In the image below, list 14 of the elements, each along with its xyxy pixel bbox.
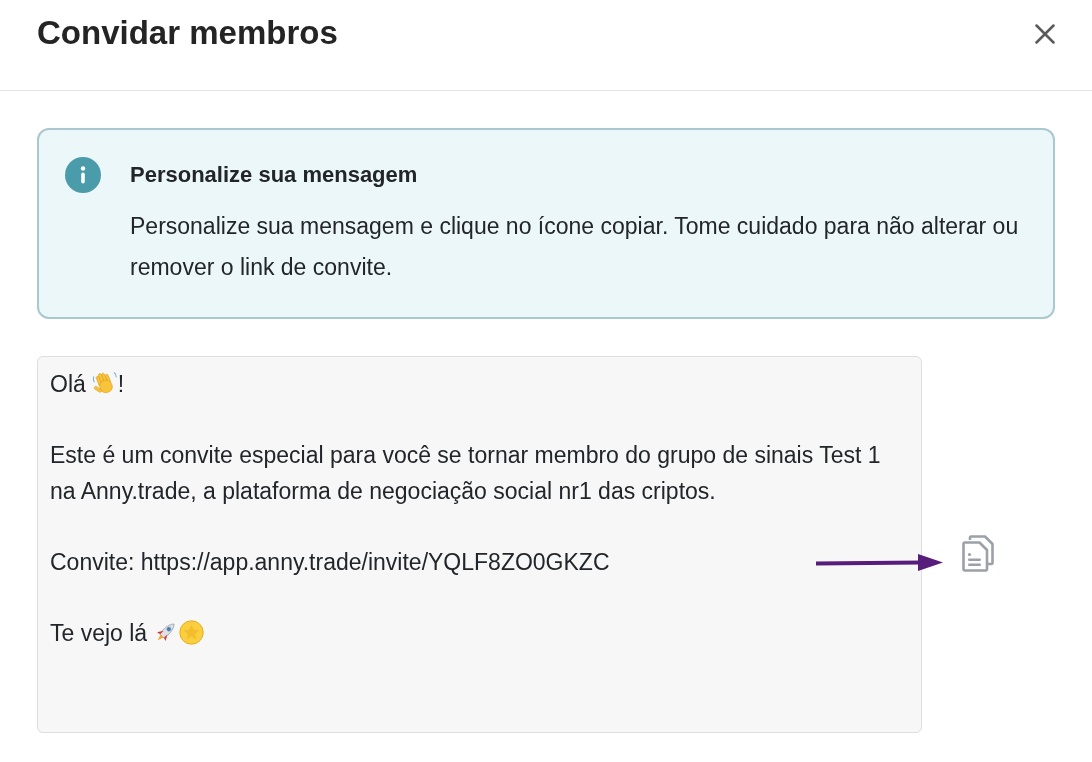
message-text: Te vejo lá <box>50 619 148 646</box>
copy-document-icon <box>961 535 994 572</box>
waving-hand-icon <box>91 370 118 396</box>
message-text: Olá <box>50 371 86 397</box>
message-field[interactable] <box>37 356 922 733</box>
message-text: ! <box>117 371 125 397</box>
info-icon <box>65 157 101 193</box>
notice-title: Personalize sua mensagem <box>130 161 419 189</box>
message-text: Este é um convite especial para você se tornar membro do grupo de sinais Test 1 na Anny.trade, a plataforma de negociação social nr1 das criptos. <box>50 442 881 504</box>
message-text: Convite: https://app.anny.trade/invite/YQLF8ZO0GKZC <box>50 548 610 575</box>
notice-text: Personalize sua mensagem e clique no ícone copiar. Tome cuidado para não alterar ou remover o link de convite. <box>130 212 1020 282</box>
copy-button[interactable] <box>961 535 994 572</box>
coin-icon <box>179 619 205 645</box>
dialog-title: Convidar membros <box>37 13 338 53</box>
